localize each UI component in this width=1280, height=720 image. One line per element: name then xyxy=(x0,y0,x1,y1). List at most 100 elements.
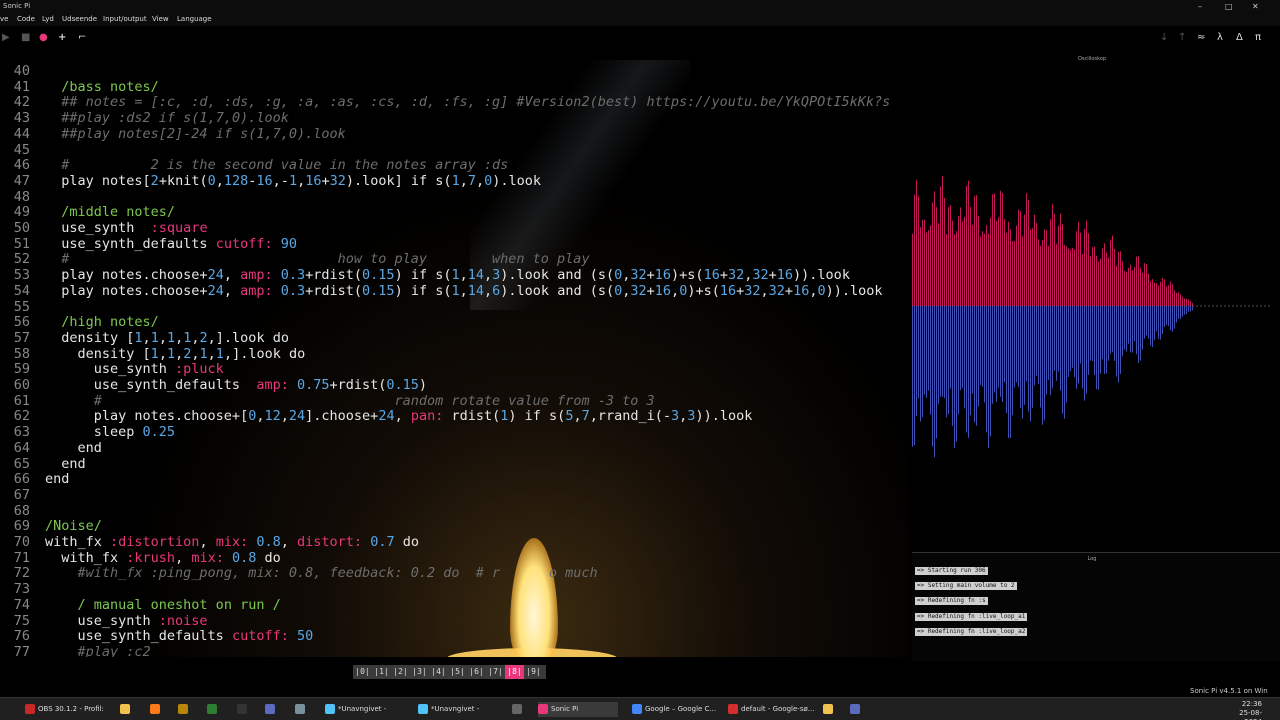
taskbar-item[interactable] xyxy=(850,702,862,717)
code-text[interactable]: / manual oneshot on run / xyxy=(45,597,281,613)
scope-bar-bottom xyxy=(1180,306,1181,320)
run-icon[interactable]: ▶ xyxy=(2,32,10,43)
code-text[interactable]: # random rotate value from -3 to 3 xyxy=(45,393,655,409)
code-text[interactable]: end xyxy=(45,440,102,456)
scope-bar-bottom xyxy=(998,306,999,388)
code-text[interactable]: ##play notes[2]-24 if s(1,7,0).look xyxy=(45,126,345,142)
menu-code[interactable]: Code xyxy=(17,13,35,26)
code-text[interactable]: # how to play when to play xyxy=(45,251,589,267)
taskbar-item[interactable] xyxy=(265,702,277,717)
buffer-tab-5[interactable]: |5| xyxy=(448,665,467,679)
taskbar-item[interactable]: Live xyxy=(237,702,257,717)
code-text[interactable]: with_fx :distortion, mix: 0.8, distort: … xyxy=(45,534,419,550)
taskbar-item[interactable]: *Unavngivet - Note... xyxy=(418,702,503,717)
pi-icon[interactable]: π xyxy=(1255,32,1261,43)
code-text[interactable]: ## notes = [:c, :d, :ds, :g, :a, :as, :c… xyxy=(45,94,890,110)
code-text[interactable]: #play :c2 xyxy=(45,644,151,657)
code-text[interactable]: play notes.choose+[0,12,24].choose+24, p… xyxy=(45,408,753,424)
line-number: 60 xyxy=(13,377,30,393)
code-text[interactable]: play notes[2+knit(0,128-16,-1,16+32).loo… xyxy=(45,173,541,189)
buffer-tab-3[interactable]: |3| xyxy=(410,665,429,679)
menu-input-output[interactable]: Input/output xyxy=(103,13,147,26)
line-number: 56 xyxy=(13,314,30,331)
taskbar-item[interactable]: Sonic Pi xyxy=(538,702,618,717)
taskbar-item[interactable] xyxy=(295,702,307,717)
line-number: 47 xyxy=(13,172,30,189)
taskbar-item[interactable] xyxy=(207,702,219,717)
code-text[interactable]: play notes.choose+24, amp: 0.3+rdist(0.1… xyxy=(45,283,882,299)
code-text[interactable]: use_synth_defaults amp: 0.75+rdist(0.15) xyxy=(45,377,427,393)
line-number: 49 xyxy=(13,204,30,221)
scope-bar-top xyxy=(1124,270,1125,306)
code-text[interactable]: use_synth_defaults cutoff: 50 xyxy=(45,628,314,644)
code-text[interactable]: with_fx :krush, mix: 0.8 do xyxy=(45,550,281,566)
code-text[interactable]: sleep 0.25 xyxy=(45,424,175,440)
code-text[interactable]: density [1,1,2,1,1,].look do xyxy=(45,346,306,362)
menu-file[interactable]: ve xyxy=(0,13,8,26)
code-text[interactable]: #with_fx :ping_pong, mix: 0.8, feedback:… xyxy=(45,565,598,581)
taskbar-clock[interactable]: 22:36 25-08-2024 xyxy=(1222,700,1262,720)
taskbar-item[interactable] xyxy=(178,702,190,717)
scope-bar-top xyxy=(1020,211,1021,306)
code-text[interactable]: density [1,1,1,1,2,].look do xyxy=(45,330,289,346)
code-text[interactable]: ##play :ds2 if s(1,7,0).look xyxy=(45,110,289,126)
code-text[interactable]: play notes.choose+24, amp: 0.3+rdist(0.1… xyxy=(45,267,850,283)
scope-bar-bottom xyxy=(952,306,953,427)
code-text[interactable]: use_synth :noise xyxy=(45,613,208,629)
taskbar-item[interactable] xyxy=(120,702,132,717)
download-icon[interactable]: ↓ xyxy=(1160,32,1168,43)
taskbar-item[interactable]: Google – Google C... xyxy=(632,702,720,717)
code-text[interactable]: use_synth_defaults cutoff: 90 xyxy=(45,236,297,252)
minimize-button[interactable]: – xyxy=(1198,0,1202,13)
taskbar-item[interactable]: OBS 30.1.2 - Profil: ... xyxy=(25,702,110,717)
buffer-tab-2[interactable]: |2| xyxy=(391,665,410,679)
menu-language[interactable]: Language xyxy=(177,13,212,26)
maximize-button[interactable]: □ xyxy=(1225,0,1233,13)
code-text[interactable]: /middle notes/ xyxy=(45,204,175,220)
code-text[interactable]: /bass notes/ xyxy=(45,79,159,95)
taskbar-item[interactable]: default - Google-sø... xyxy=(728,702,820,717)
buffer-tab-0[interactable]: |0| xyxy=(353,665,372,679)
upload-icon[interactable]: ↑ xyxy=(1178,32,1186,43)
buffer-tab-7[interactable]: |7| xyxy=(486,665,505,679)
taskbar-item[interactable] xyxy=(150,702,162,717)
taskbar-item[interactable] xyxy=(823,702,835,717)
code-text[interactable]: end xyxy=(45,456,85,472)
delta-icon[interactable]: Δ xyxy=(1236,32,1243,43)
taskbar-item[interactable]: *Unavngivet - Note... xyxy=(325,702,410,717)
buffer-tab-4[interactable]: |4| xyxy=(429,665,448,679)
taskbar-item[interactable] xyxy=(512,702,524,717)
buffer-tab-6[interactable]: |6| xyxy=(467,665,486,679)
code-text[interactable]: end xyxy=(45,471,69,487)
code-text[interactable]: /high notes/ xyxy=(45,314,159,330)
window-titlebar: Sonic Pi – □ ✕ xyxy=(0,0,1280,13)
scope-bar-top xyxy=(1096,255,1097,306)
scope-bar-bottom xyxy=(958,306,959,415)
buffer-tab-1[interactable]: |1| xyxy=(372,665,391,679)
scope-bar-bottom xyxy=(1080,306,1081,364)
scope-icon[interactable]: ≈ xyxy=(1197,32,1205,43)
close-button[interactable]: ✕ xyxy=(1252,0,1259,13)
scope-bar-top xyxy=(1098,261,1099,306)
scope-bar-bottom xyxy=(1082,306,1083,389)
code-text[interactable]: use_synth :square xyxy=(45,220,207,236)
lambda-icon[interactable]: λ xyxy=(1217,32,1223,43)
comment-icon[interactable]: ⌐ xyxy=(78,32,86,43)
scope-bar-bottom xyxy=(1100,306,1101,374)
menu-view[interactable]: View xyxy=(152,13,169,26)
scope-bar-top xyxy=(958,215,959,306)
menu-udseende[interactable]: Udseende xyxy=(62,13,97,26)
code-editor[interactable]: 40 41 /bass notes/42 ## notes = [:c, :d, … xyxy=(0,60,908,657)
scope-bar-top xyxy=(1184,298,1185,306)
code-text[interactable]: /Noise/ xyxy=(45,518,102,534)
new-buffer-icon[interactable]: + xyxy=(58,32,66,43)
scope-bar-bottom xyxy=(1174,306,1175,329)
menu-lyd[interactable]: Lyd xyxy=(42,13,54,26)
stop-icon[interactable]: ■ xyxy=(21,32,30,43)
record-icon[interactable]: ● xyxy=(39,32,48,43)
scope-bar-bottom xyxy=(1042,306,1043,425)
buffer-tab-8[interactable]: |8| xyxy=(505,665,524,679)
code-text[interactable]: use_synth :pluck xyxy=(45,361,224,377)
code-text[interactable]: # 2 is the second value in the notes arr… xyxy=(45,157,508,173)
buffer-tab-9[interactable]: |9| xyxy=(524,665,543,679)
